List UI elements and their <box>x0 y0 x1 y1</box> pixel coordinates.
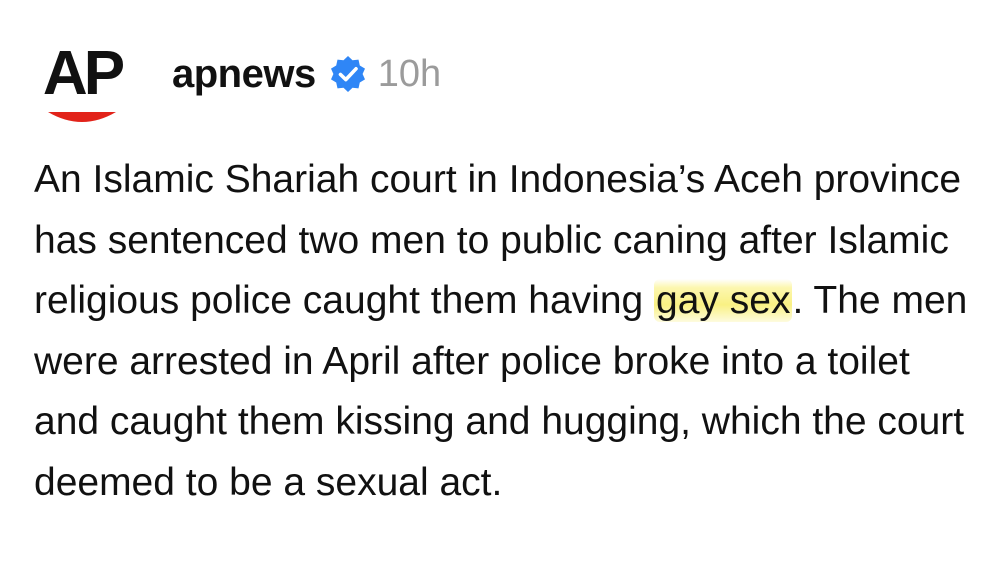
ap-logo-red-arc <box>48 112 116 122</box>
ap-logo-avatar[interactable]: AP <box>34 36 130 132</box>
verified-badge-icon <box>328 54 368 94</box>
post-header: apnews 10h <box>172 46 441 102</box>
username-link[interactable]: apnews <box>172 52 316 97</box>
ap-logo-text: AP <box>43 39 124 108</box>
post-caption: An Islamic Shariah court in Indonesia’s … <box>34 150 974 513</box>
caption-highlighted-text: gay sex <box>654 279 793 322</box>
post-timestamp: 10h <box>377 52 442 95</box>
ap-logo-icon: AP <box>43 39 128 122</box>
post-card: AP apnews 10h An Islamic Shariah court i… <box>0 0 1000 575</box>
